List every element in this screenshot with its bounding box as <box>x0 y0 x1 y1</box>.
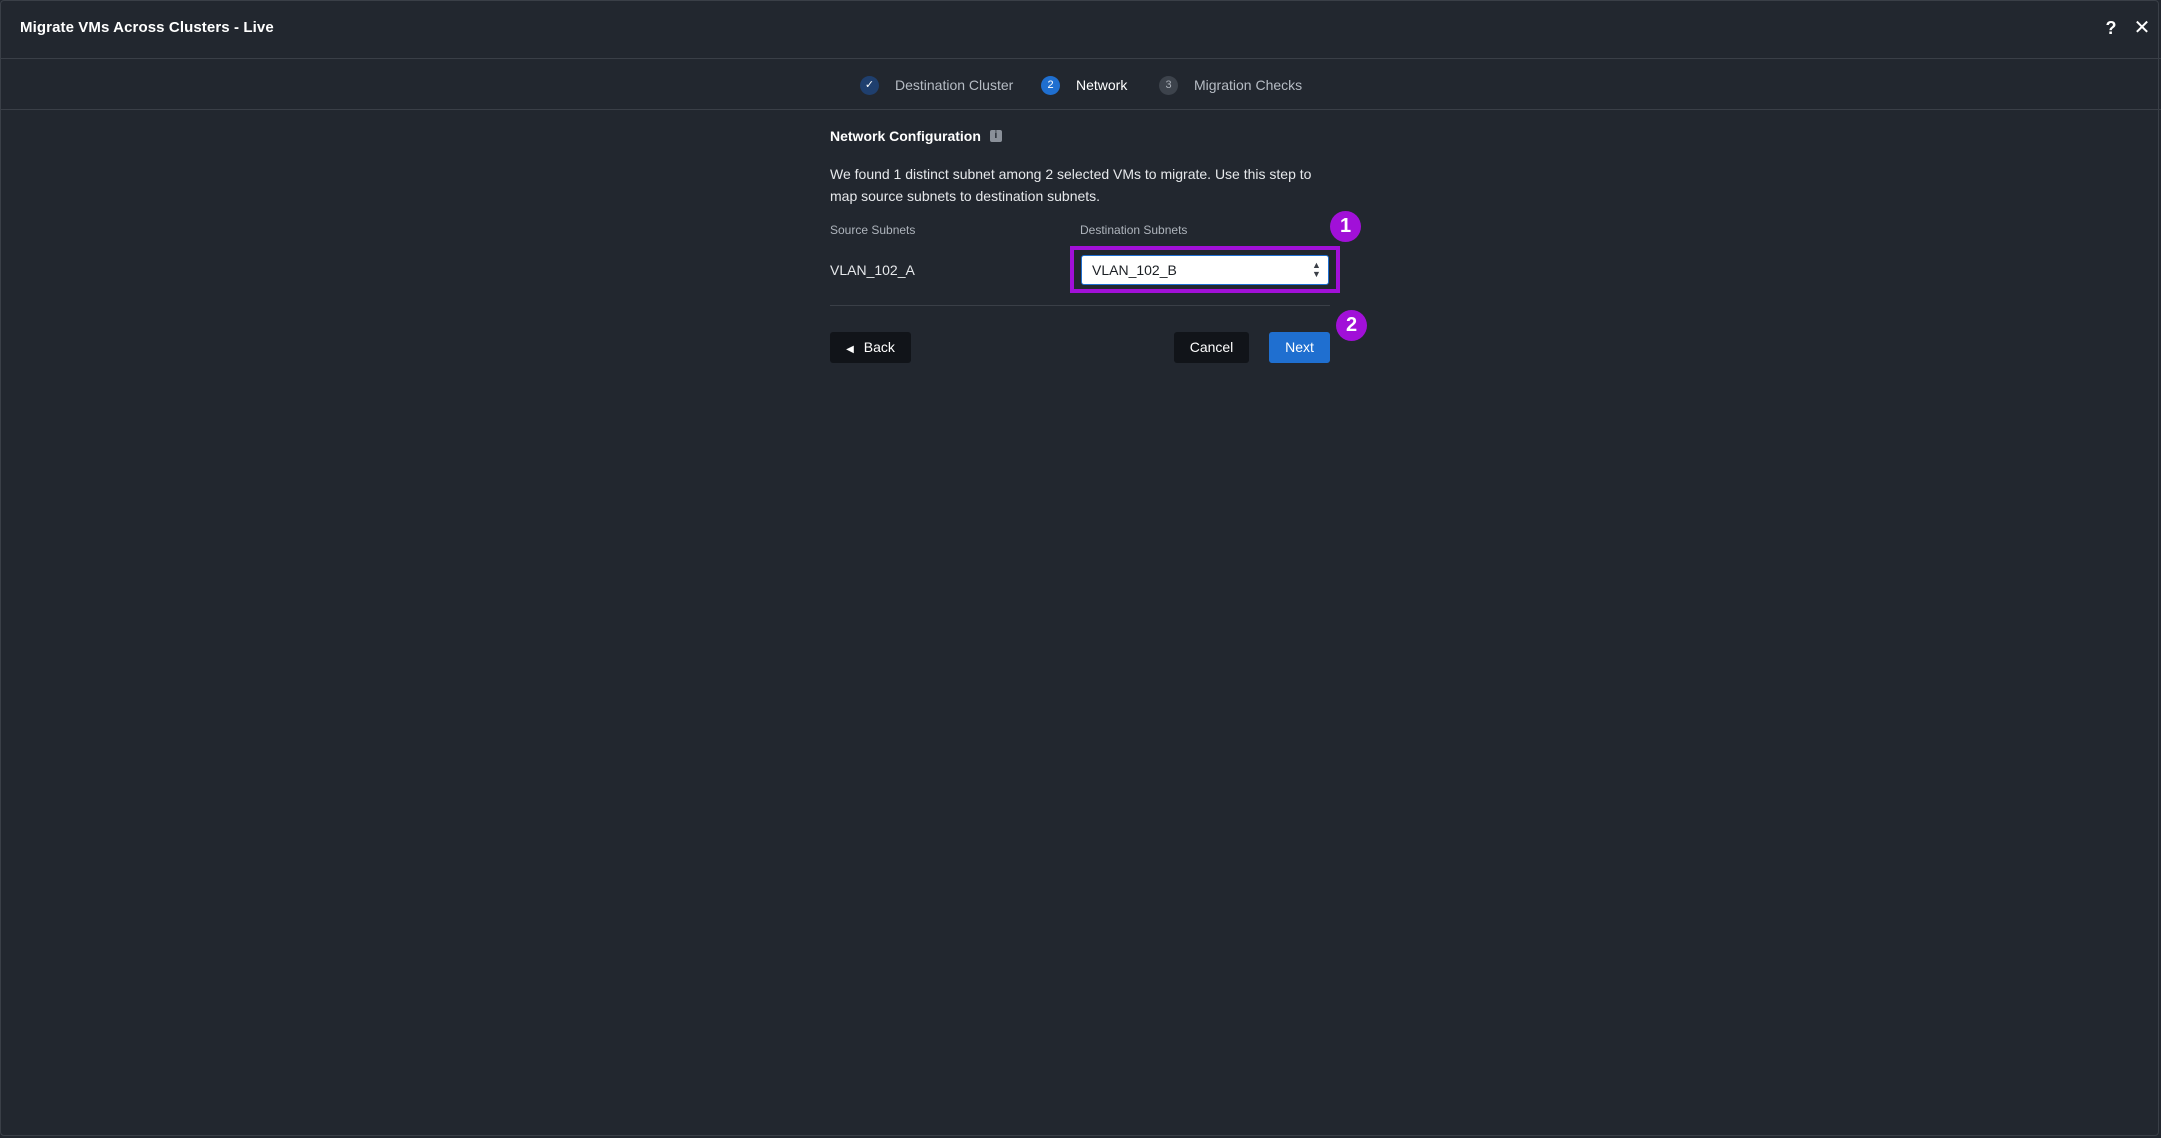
step-number: 2 <box>1041 75 1060 95</box>
step-destination-cluster[interactable]: ✓ Destination Cluster <box>860 75 1013 95</box>
destination-subnets-header: Destination Subnets <box>1080 223 1188 237</box>
wizard-stepper: ✓ Destination Cluster 2 Network 3 Migrat… <box>0 59 2161 110</box>
section-title: Network Configuration i <box>830 128 1002 144</box>
dialog-header: Migrate VMs Across Clusters - Live ? ✕ <box>0 0 2161 59</box>
section-title-text: Network Configuration <box>830 128 981 144</box>
step-number: 3 <box>1159 75 1178 95</box>
description-text: We found 1 distinct subnet among 2 selec… <box>830 166 1312 204</box>
annotation-marker-1: 1 <box>1330 211 1361 242</box>
destination-subnet-value: VLAN_102_B <box>1092 262 1177 278</box>
check-icon: ✓ <box>860 75 879 95</box>
dialog-title: Migrate VMs Across Clusters - Live <box>20 19 274 36</box>
source-subnets-header: Source Subnets <box>830 223 916 237</box>
annotation-marker-2: 2 <box>1336 310 1367 341</box>
destination-subnet-select[interactable]: VLAN_102_B ▲ ▼ <box>1081 255 1329 285</box>
next-button[interactable]: Next <box>1269 332 1330 363</box>
step-migration-checks[interactable]: 3 Migration Checks <box>1159 75 1302 95</box>
step-label: Migration Checks <box>1194 77 1303 93</box>
chevron-left-icon: ◀ <box>846 344 854 355</box>
cancel-button[interactable]: Cancel <box>1174 332 1249 363</box>
step-network[interactable]: 2 Network <box>1041 75 1127 95</box>
step-label: Destination Cluster <box>895 77 1014 93</box>
close-icon[interactable]: ✕ <box>2132 16 2152 40</box>
divider <box>830 305 1330 306</box>
select-caret-icon: ▲ ▼ <box>1312 260 1321 279</box>
info-icon[interactable]: i <box>989 130 1002 142</box>
help-icon[interactable]: ? <box>2102 16 2120 40</box>
back-button-label: Back <box>863 339 895 355</box>
back-button[interactable]: ◀ Back <box>830 332 911 363</box>
step-label: Network <box>1076 77 1128 93</box>
source-subnet-value: VLAN_102_A <box>830 262 915 278</box>
